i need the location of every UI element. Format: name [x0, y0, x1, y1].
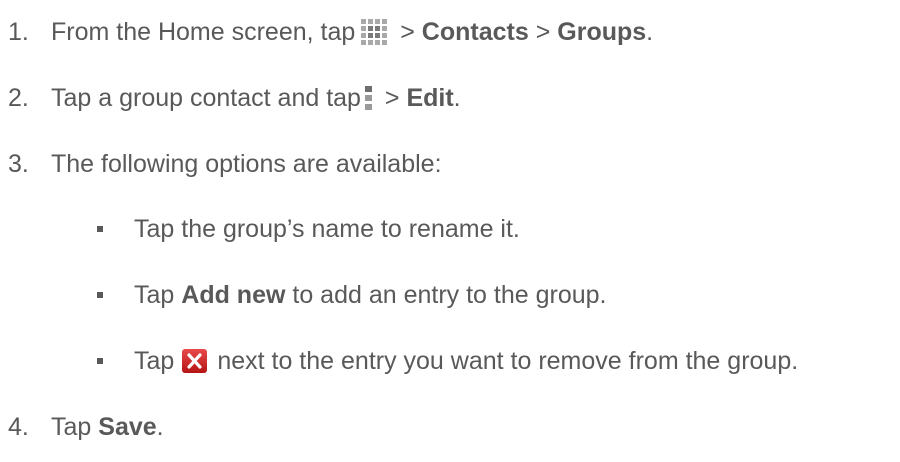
option-text: Tap the group’s name to rename it. [134, 215, 520, 243]
bullet [97, 292, 103, 298]
remove-icon [182, 349, 208, 373]
step-text: The following options are available: [51, 150, 442, 178]
menu-icon [364, 86, 372, 110]
separator: > [393, 18, 422, 46]
step-text-suffix: . [453, 84, 461, 112]
option-text: Tap Add new to add an entry to the group… [134, 280, 607, 310]
step-text: From the Home screen, tap > Contacts > G… [51, 17, 653, 47]
edit-label: Edit [406, 84, 454, 112]
groups-label: Groups [557, 18, 647, 46]
step-text-prefix: Tap [51, 413, 99, 441]
option-text-suffix: next to the entry you want to remove fro… [217, 347, 799, 375]
step-text-suffix: . [156, 413, 164, 441]
save-label: Save [98, 413, 157, 441]
step-text: Tap Save . [51, 412, 164, 442]
step-text: Tap a group contact and tap > Edit . [51, 83, 461, 113]
bullet [97, 226, 103, 232]
step-text-prefix: From the Home screen, tap [51, 18, 356, 46]
option-text-prefix: Tap [134, 281, 182, 309]
step-number: 3. [8, 150, 29, 178]
step-number: 2. [8, 84, 29, 112]
option-text-prefix: Tap [134, 347, 175, 375]
step-number: 4. [8, 413, 29, 441]
option-text-suffix: to add an entry to the group. [285, 281, 607, 309]
step-text-suffix: . [646, 18, 654, 46]
separator: > [528, 18, 558, 46]
separator: > [377, 84, 407, 112]
contacts-label: Contacts [421, 18, 529, 46]
add-new-label: Add new [181, 281, 286, 309]
step-text-prefix: Tap a group contact and tap [51, 84, 361, 112]
option-text: Tap next to the entry you want to remove… [134, 346, 798, 376]
step-number: 1. [8, 18, 29, 46]
bullet [97, 358, 103, 364]
apps-grid-icon [361, 19, 388, 45]
